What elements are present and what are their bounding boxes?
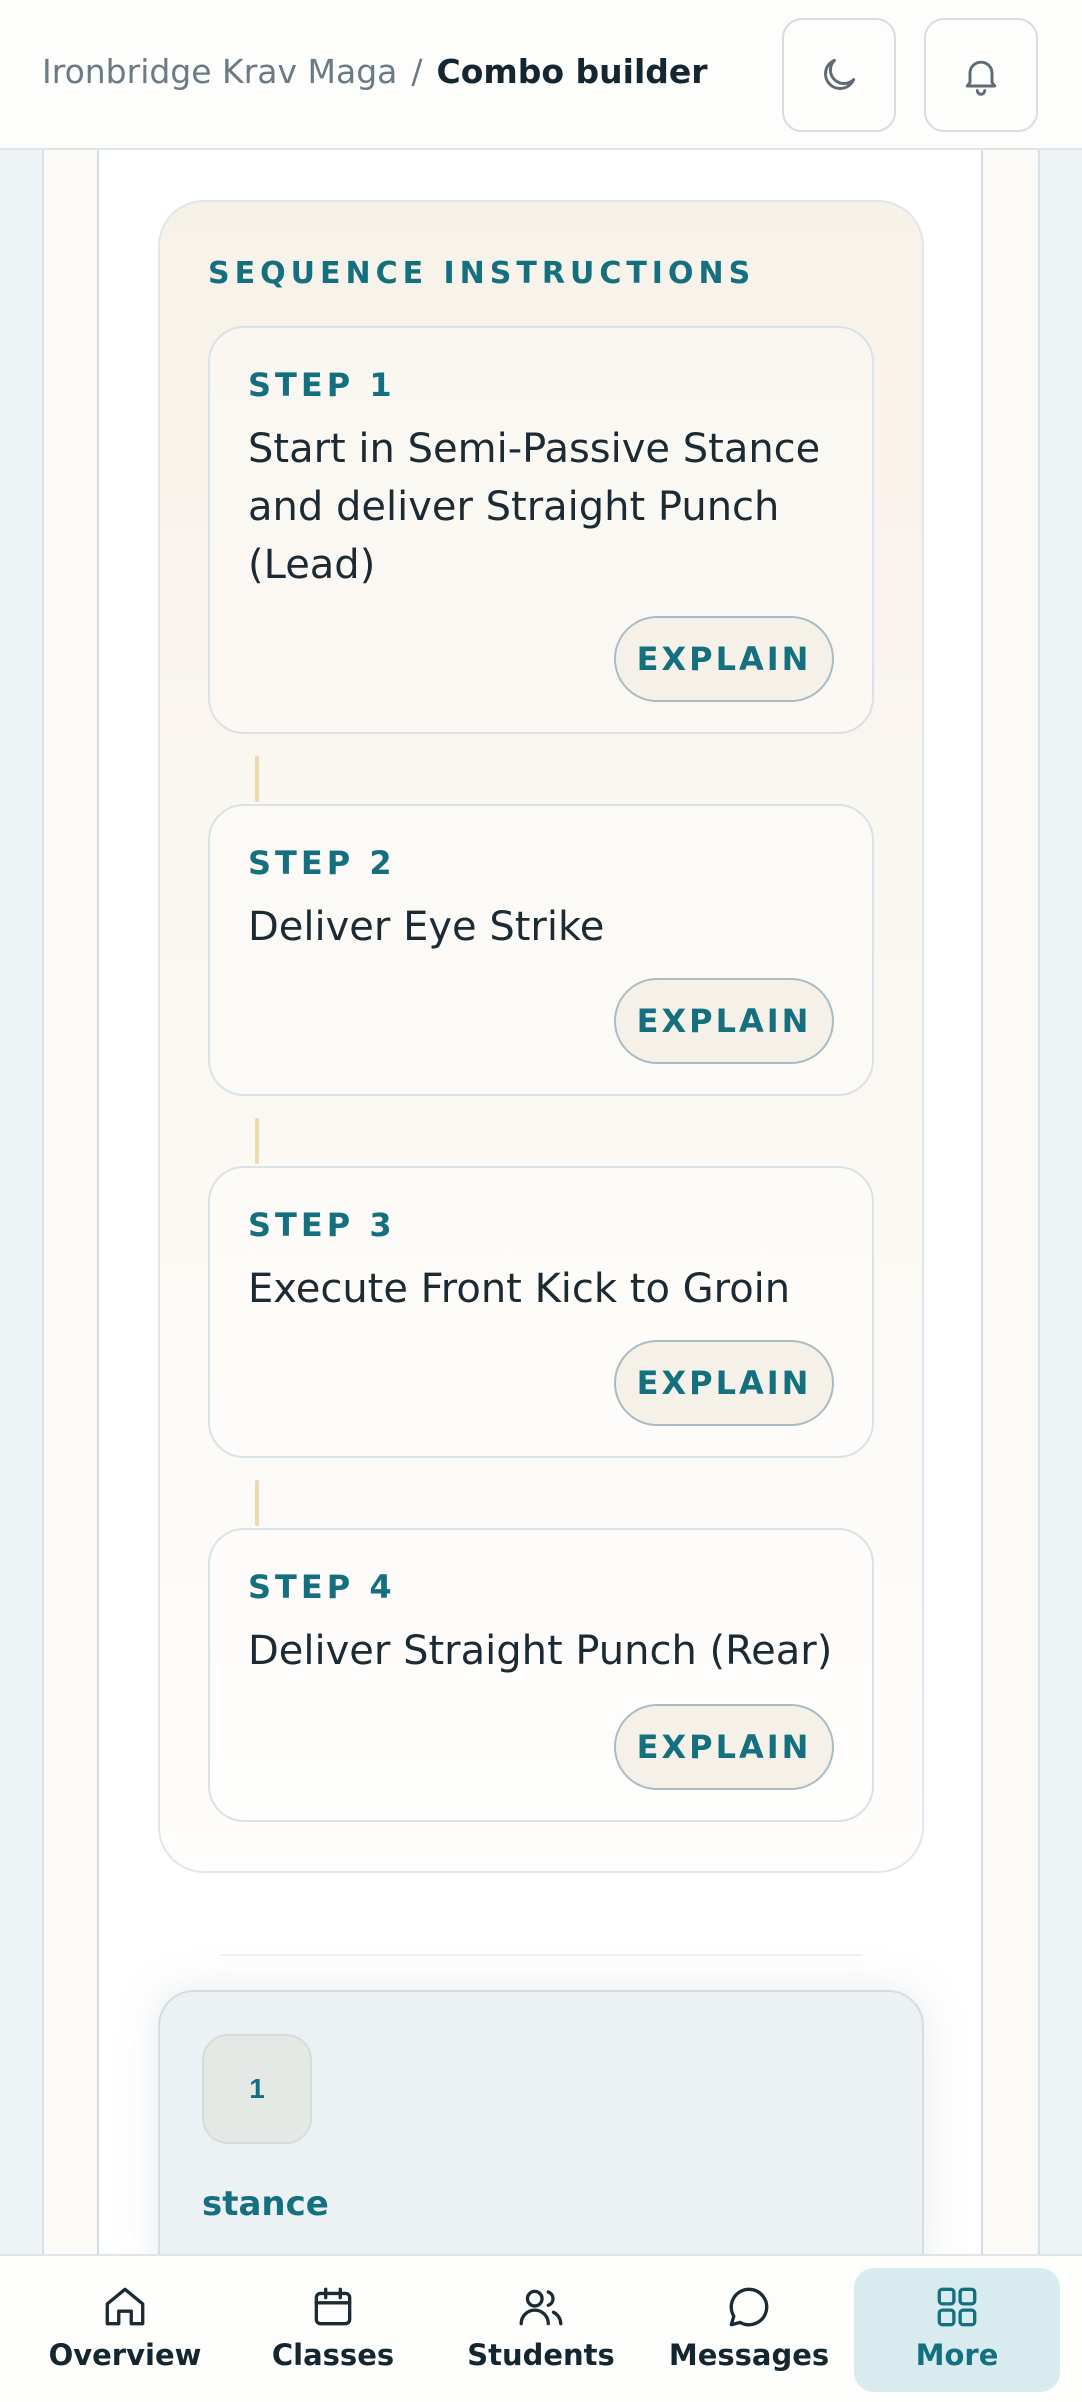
breadcrumb: Ironbridge Krav Maga / Combo builder	[42, 52, 708, 91]
grid-icon	[937, 2287, 977, 2327]
step-card: STEP 3 Execute Front Kick to Groin EXPLA…	[208, 1166, 874, 1458]
step-connector	[255, 1118, 259, 1164]
step-text: Execute Front Kick to Groin	[248, 1266, 791, 1312]
step-card: STEP 4 Deliver Straight Punch (Rear) EXP…	[208, 1528, 874, 1822]
notifications-button[interactable]	[924, 18, 1038, 132]
sequence-title: SEQUENCE INSTRUCTIONS	[208, 256, 756, 291]
nav-item-classes[interactable]: Classes	[230, 2268, 436, 2392]
theme-toggle-button[interactable]	[782, 18, 896, 132]
nav-item-students[interactable]: Students	[438, 2268, 644, 2392]
breadcrumb-separator: /	[411, 52, 423, 91]
top-header: Ironbridge Krav Maga / Combo builder	[0, 0, 1082, 150]
step-connector	[255, 756, 259, 802]
step-label: STEP 1	[248, 366, 396, 404]
technique-name: stance	[202, 2184, 329, 2224]
step-label: STEP 3	[248, 1206, 396, 1244]
explain-button[interactable]: EXPLAIN	[614, 616, 834, 702]
technique-number-badge: 1	[202, 2034, 312, 2144]
step-text: Deliver Straight Punch (Rear)	[248, 1628, 833, 1674]
nav-item-overview[interactable]: Overview	[22, 2268, 228, 2392]
nav-label: Messages	[668, 2338, 830, 2372]
message-icon	[729, 2287, 769, 2327]
step-label: STEP 4	[248, 1568, 396, 1606]
step-text: Start in Semi-Passive Stance and deliver…	[248, 426, 821, 588]
step-card: STEP 2 Deliver Eye Strike EXPLAIN	[208, 804, 874, 1096]
bottom-nav: Overview Classes Students Messages More	[0, 2254, 1082, 2402]
explain-button[interactable]: EXPLAIN	[614, 1704, 834, 1790]
step-card: STEP 1 Start in Semi-Passive Stance and …	[208, 326, 874, 734]
breadcrumb-root[interactable]: Ironbridge Krav Maga	[42, 52, 397, 91]
explain-button[interactable]: EXPLAIN	[614, 978, 834, 1064]
moon-icon	[824, 58, 856, 90]
nav-item-messages[interactable]: Messages	[646, 2268, 852, 2392]
nav-label: Overview	[48, 2338, 202, 2372]
nav-label: More	[915, 2338, 999, 2372]
breadcrumb-current: Combo builder	[436, 52, 708, 91]
nav-label: Students	[467, 2338, 615, 2372]
users-icon	[519, 2289, 563, 2326]
explain-button[interactable]: EXPLAIN	[614, 1340, 834, 1426]
section-divider	[220, 1954, 862, 1956]
nav-label: Classes	[271, 2338, 395, 2372]
step-label: STEP 2	[248, 844, 396, 882]
nav-item-more[interactable]: More	[854, 2268, 1060, 2392]
step-connector	[255, 1480, 259, 1526]
step-text: Deliver Eye Strike	[248, 904, 605, 950]
home-icon	[105, 2287, 145, 2326]
calendar-icon	[314, 2287, 352, 2326]
bell-icon	[965, 60, 997, 96]
